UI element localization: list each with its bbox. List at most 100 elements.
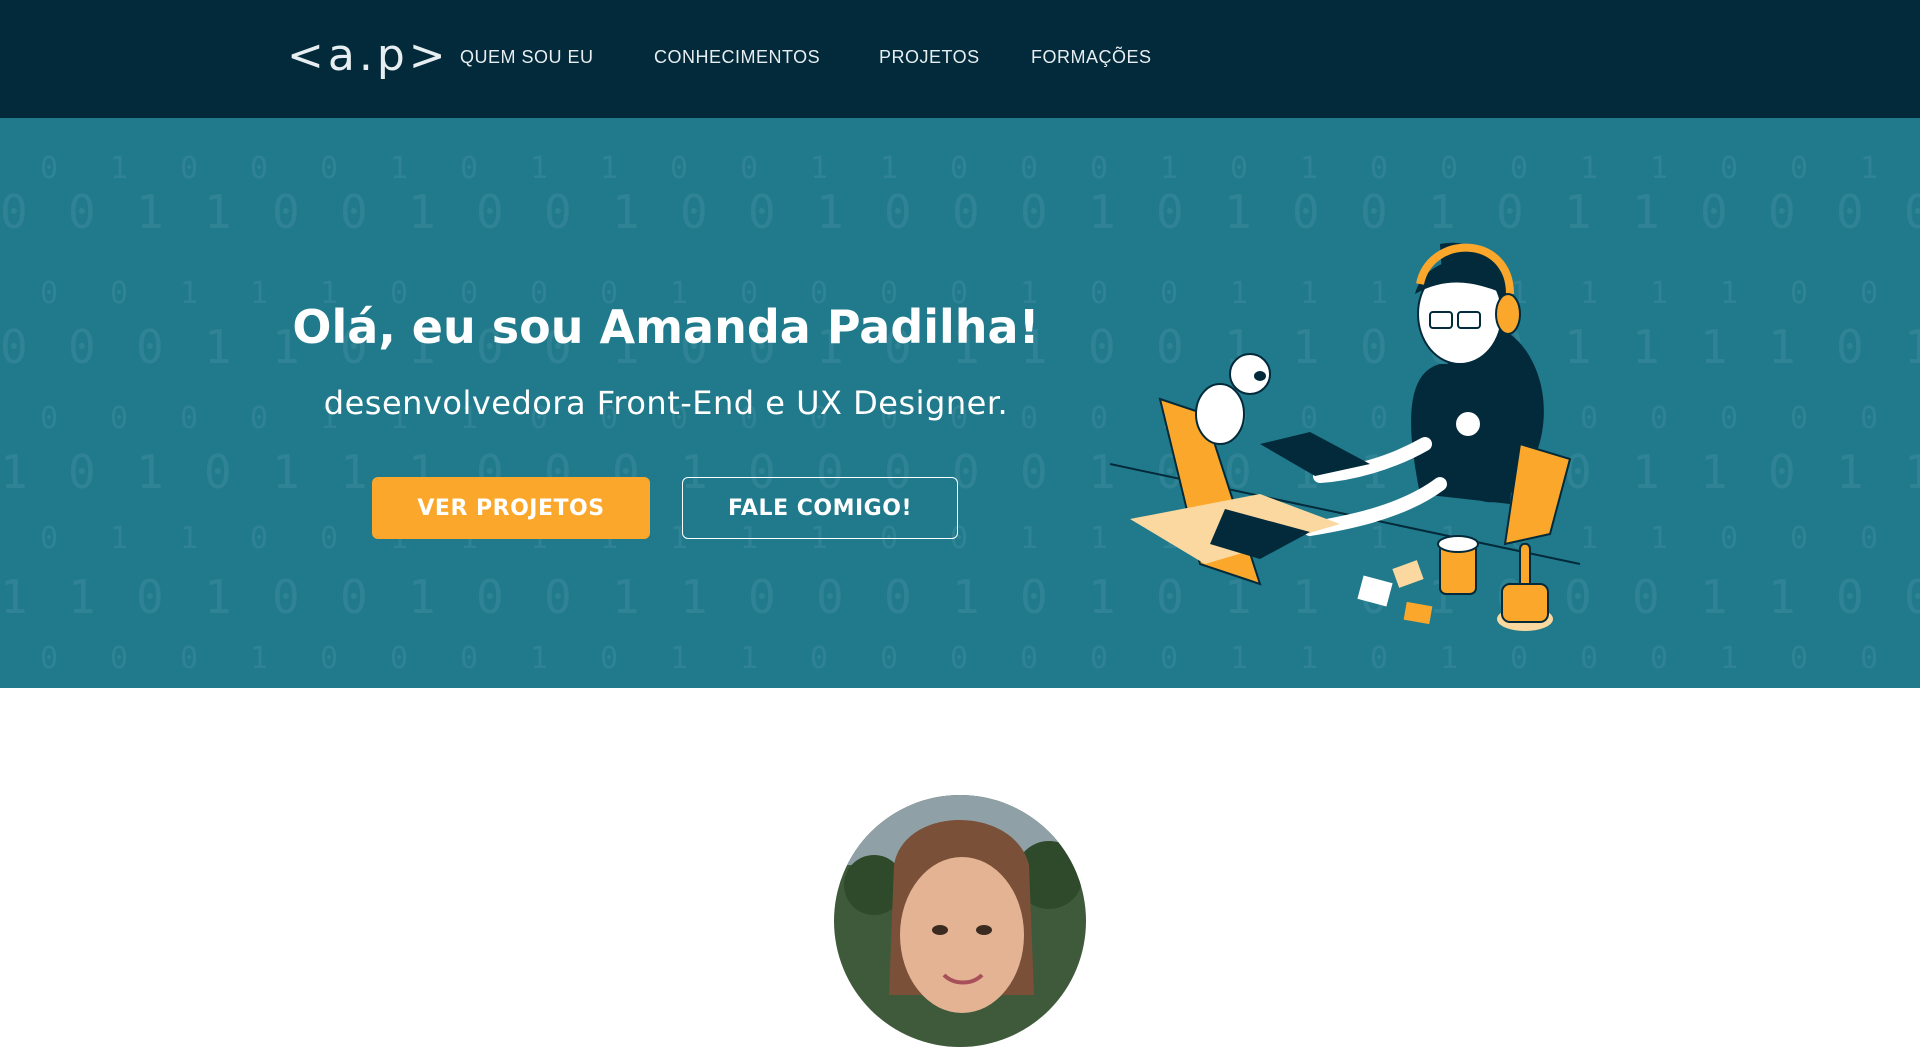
- binary-digit: 0: [320, 521, 338, 556]
- binary-digit: 0: [1790, 151, 1808, 186]
- binary-digit: 1: [530, 151, 548, 186]
- binary-digit: 1: [1300, 151, 1318, 186]
- binary-digit: 0: [272, 185, 300, 239]
- nav-link-quem-sou-eu[interactable]: QUEM SOU EU: [460, 47, 594, 68]
- binary-digit: 0: [320, 641, 338, 676]
- binary-digit: 0: [884, 570, 912, 624]
- binary-digit: 0: [1090, 151, 1108, 186]
- binary-digit: 0: [340, 185, 368, 239]
- binary-digit: 1: [1650, 521, 1668, 556]
- binary-digit: 0: [110, 641, 128, 676]
- binary-digit: 0: [40, 521, 58, 556]
- binary-digit: 0: [40, 151, 58, 186]
- binary-digit: 0: [740, 151, 758, 186]
- binary-digit: 0: [1650, 401, 1668, 436]
- binary-digit: 1: [136, 185, 164, 239]
- binary-digit: 1: [272, 445, 300, 499]
- binary-digit: 0: [250, 521, 268, 556]
- binary-digit: 1: [1020, 521, 1038, 556]
- binary-digit: 0: [390, 641, 408, 676]
- navbar: <a.p> QUEM SOU EU CONHECIMENTOS PROJETOS…: [0, 0, 1920, 118]
- binary-digit: 0: [748, 185, 776, 239]
- binary-digit: 0: [340, 570, 368, 624]
- binary-digit: 0: [1790, 276, 1808, 311]
- binary-digit: 0: [68, 185, 96, 239]
- binary-digit: 1: [612, 570, 640, 624]
- binary-digit: 0: [1790, 641, 1808, 676]
- binary-digit: 0: [320, 151, 338, 186]
- nav-link-projetos[interactable]: PROJETOS: [879, 47, 980, 68]
- binary-digit: 0: [748, 570, 776, 624]
- binary-digit: 0: [1860, 641, 1878, 676]
- cat-icon: [1456, 412, 1480, 436]
- binary-digit: 0: [1020, 445, 1048, 499]
- binary-digit: 0: [1836, 320, 1864, 374]
- binary-digit: 0: [476, 570, 504, 624]
- binary-digit: 0: [1090, 641, 1108, 676]
- binary-digit: 1: [1632, 185, 1660, 239]
- binary-digit: 1: [1650, 276, 1668, 311]
- binary-digit: 0: [1768, 185, 1796, 239]
- binary-digit: 1: [600, 151, 618, 186]
- ver-projetos-button[interactable]: VER PROJETOS: [372, 477, 650, 539]
- binary-digit: 0: [250, 151, 268, 186]
- nav-link-formacoes[interactable]: FORMAÇÕES: [1031, 47, 1152, 68]
- binary-digit: 0: [1020, 570, 1048, 624]
- binary-digit: 0: [1790, 521, 1808, 556]
- binary-digit: 1: [1720, 641, 1738, 676]
- binary-digit: 0: [68, 445, 96, 499]
- binary-digit: 0: [272, 570, 300, 624]
- binary-digit: 0: [544, 185, 572, 239]
- binary-digit: 1: [180, 521, 198, 556]
- binary-digit: 1: [1768, 320, 1796, 374]
- binary-digit: 0: [1904, 570, 1920, 624]
- binary-digit: 0: [1904, 185, 1920, 239]
- avatar: [834, 795, 1086, 1047]
- binary-digit: 0: [1020, 151, 1038, 186]
- binary-digit: 1: [1160, 151, 1178, 186]
- binary-digit: 1: [136, 445, 164, 499]
- binary-digit: 0: [1230, 151, 1248, 186]
- nav-link-conhecimentos[interactable]: CONHECIMENTOS: [654, 47, 820, 68]
- binary-digit: 1: [1700, 320, 1728, 374]
- binary-digit: 1: [1580, 151, 1598, 186]
- binary-digit: 0: [1836, 570, 1864, 624]
- binary-digit: 0: [680, 185, 708, 239]
- binary-digit: 0: [1860, 401, 1878, 436]
- binary-digit: 0: [136, 570, 164, 624]
- binary-digit: 1: [0, 445, 28, 499]
- binary-digit: 0: [1020, 641, 1038, 676]
- binary-digit: 0: [1860, 521, 1878, 556]
- binary-digit: 0: [544, 570, 572, 624]
- binary-digit: 0: [950, 151, 968, 186]
- binary-digit: 1: [110, 151, 128, 186]
- binary-digit: 0: [1700, 185, 1728, 239]
- binary-digit: 1: [110, 521, 128, 556]
- binary-digit: 0: [476, 185, 504, 239]
- binary-digit: 1: [740, 641, 758, 676]
- binary-digit: 0: [950, 641, 968, 676]
- binary-digit: 1: [880, 151, 898, 186]
- logo[interactable]: <a.p>: [287, 30, 450, 81]
- binary-digit: 0: [1790, 401, 1808, 436]
- binary-digit: 1: [816, 185, 844, 239]
- binary-digit: 1: [670, 641, 688, 676]
- binary-digit: 1: [1860, 151, 1878, 186]
- binary-digit: 0: [1510, 151, 1528, 186]
- binary-digit: 1: [204, 570, 232, 624]
- binary-digit: 0: [40, 641, 58, 676]
- binary-digit: 1: [1720, 276, 1738, 311]
- binary-digit: 0: [1020, 185, 1048, 239]
- binary-digit: 1: [1700, 445, 1728, 499]
- binary-digit: 1: [408, 570, 436, 624]
- binary-digit: 0: [180, 641, 198, 676]
- binary-digit: 1: [952, 570, 980, 624]
- binary-digit: 1: [390, 151, 408, 186]
- binary-digit: 0: [1836, 185, 1864, 239]
- binary-digit: 1: [250, 641, 268, 676]
- binary-digit: 0: [952, 185, 980, 239]
- fale-comigo-button[interactable]: FALE COMIGO!: [682, 477, 958, 539]
- binary-digit: 0: [1440, 151, 1458, 186]
- binary-digit: 1: [68, 570, 96, 624]
- binary-digit: 0: [1720, 521, 1738, 556]
